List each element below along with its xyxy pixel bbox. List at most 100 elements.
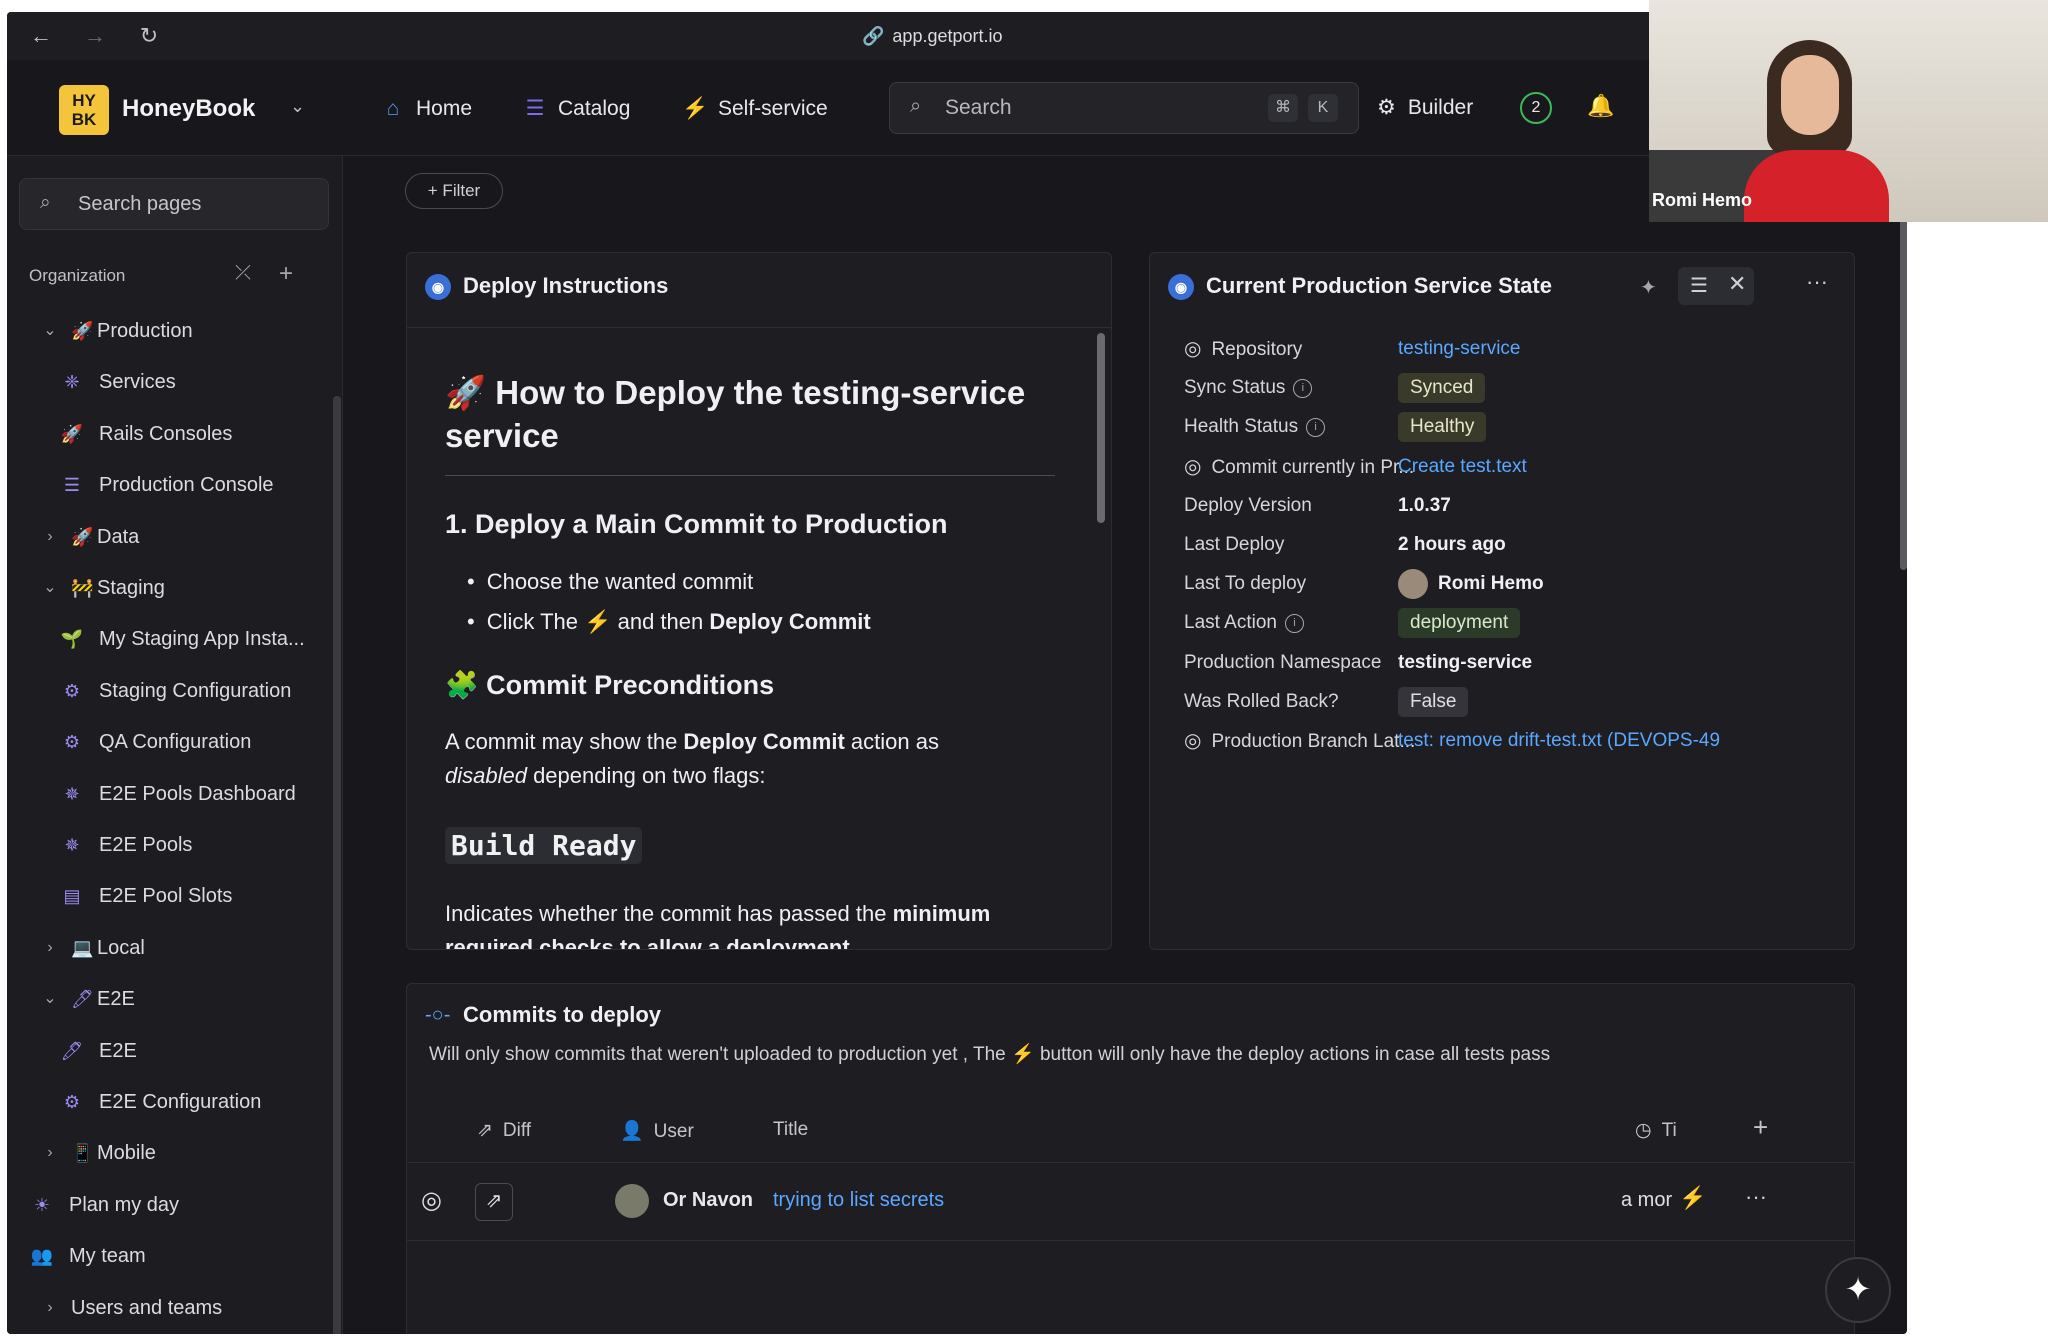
column-time[interactable]: ◷ Ti xyxy=(1635,1119,1677,1142)
nav-home-label: Home xyxy=(416,97,473,120)
chevron-right-icon[interactable]: › xyxy=(39,928,61,968)
sidebar-item-label: E2E Pools xyxy=(99,834,193,856)
search-pages-placeholder: Search pages xyxy=(78,193,202,215)
global-search-input[interactable]: ⌕ Search ⌘ K xyxy=(889,82,1359,134)
collapse-all-icon[interactable]: ⤫ xyxy=(235,262,251,285)
sidebar-item-icon: 🚧 xyxy=(71,578,94,598)
property-value[interactable]: Create test.text xyxy=(1398,451,1527,483)
sidebar-item-services[interactable]: ❈ Services xyxy=(19,362,329,402)
add-page-icon[interactable]: + xyxy=(279,260,293,288)
property-value: Healthy xyxy=(1398,411,1487,443)
user-icon: 👤 xyxy=(620,1121,644,1142)
info-icon[interactable]: i xyxy=(1284,613,1304,633)
ai-assistant-button[interactable]: ✦ xyxy=(1825,1257,1891,1323)
column-title[interactable]: Title xyxy=(773,1119,808,1141)
sidebar-item-e2e-pools[interactable]: ✵ E2E Pools xyxy=(19,825,329,865)
reload-icon[interactable]: ↻ xyxy=(135,22,163,50)
sidebar-item-staging-configuration[interactable]: ⚙ Staging Configuration xyxy=(19,671,329,711)
sparkle-icon[interactable]: ✦ xyxy=(1640,275,1657,300)
row-more-options-icon[interactable]: ··· xyxy=(1745,1184,1767,1210)
builder-button[interactable]: ⚙ Builder xyxy=(1377,95,1473,120)
sidebar-item-production[interactable]: ⌄ 🚀 Production xyxy=(19,311,329,351)
org-logo[interactable]: HY BK xyxy=(59,85,109,135)
nav-self-service-label: Self-service xyxy=(718,97,828,120)
filter-button[interactable]: + Filter xyxy=(405,173,503,209)
sidebar-item-e2e-pool-slots[interactable]: ▤ E2E Pool Slots xyxy=(19,876,329,916)
page-scrollbar[interactable] xyxy=(1900,190,1907,570)
sidebar-item-e2e[interactable]: ⌄ 🖊 E2E xyxy=(19,979,329,1019)
sidebar-item-label: E2E xyxy=(97,988,135,1011)
chevron-right-icon[interactable]: › xyxy=(39,1288,61,1328)
sidebar-item-label: Rails Consoles xyxy=(99,422,233,445)
back-arrow-icon[interactable]: ← xyxy=(27,22,55,50)
chevron-down-icon[interactable]: ⌄ xyxy=(39,568,61,608)
property-value-text: Synced xyxy=(1398,373,1486,404)
sidebar-item-e2e[interactable]: 🖊 E2E xyxy=(19,1031,329,1071)
heading-rule xyxy=(445,475,1055,476)
paragraph: Indicates whether the commit has passed … xyxy=(445,897,1085,949)
chevron-down-icon[interactable]: ⌄ xyxy=(290,96,305,117)
widget-scrollbar[interactable] xyxy=(1097,333,1105,523)
onboarding-progress-badge[interactable]: 2 xyxy=(1520,92,1552,124)
property-value[interactable]: test: remove drift-test.txt (DEVOPS-49 xyxy=(1398,725,1720,757)
sidebar-scrollbar[interactable] xyxy=(333,396,341,1334)
property-value-text[interactable]: test: remove drift-test.txt (DEVOPS-49 xyxy=(1398,730,1720,751)
para1-italic: disabled xyxy=(445,763,527,788)
nav-catalog[interactable]: ☰ Catalog xyxy=(522,92,631,126)
address-bar[interactable]: 🔗 app.getport.io xyxy=(862,22,1003,50)
sidebar-item-e2e-configuration[interactable]: ⚙ E2E Configuration xyxy=(19,1082,329,1122)
nav-self-service[interactable]: ⚡ Self-service xyxy=(682,92,828,126)
property-value-text[interactable]: Create test.text xyxy=(1398,456,1527,477)
sidebar-item-icon: ⚙ xyxy=(63,732,81,753)
deploy-bolt-icon[interactable]: ⚡ xyxy=(1679,1185,1706,1211)
sidebar-item-staging[interactable]: ⌄ 🚧 Staging xyxy=(19,568,329,608)
property-value-text: 1.0.37 xyxy=(1398,494,1451,516)
search-pages-input[interactable]: ⌕ Search pages xyxy=(19,178,329,230)
sidebar-item-production-console[interactable]: ☰ Production Console xyxy=(19,465,329,505)
column-user[interactable]: 👤 User xyxy=(620,1119,694,1143)
more-options-icon[interactable]: ··· xyxy=(1806,269,1828,295)
sidebar-item-mobile[interactable]: › 📱 Mobile xyxy=(19,1133,329,1173)
markdown-heading: 🚀 How to Deploy the testing-service serv… xyxy=(445,371,1045,457)
property-label-text: Was Rolled Back? xyxy=(1184,690,1339,712)
para1-bold: Deploy Commit xyxy=(683,729,845,754)
browser-window: ← → ↻ 🔗 app.getport.io HY BK HoneyBook ⌄ … xyxy=(7,12,1907,1334)
sidebar-item-plan-my-day[interactable]: ☀ Plan my day xyxy=(19,1185,329,1225)
sidebar-item-users-and-teams[interactable]: › Users and teams xyxy=(19,1288,329,1328)
chevron-down-icon[interactable]: ⌄ xyxy=(39,979,61,1019)
bell-icon[interactable]: 🔔 xyxy=(1587,93,1614,119)
sidebar-item-my-staging-app-insta[interactable]: 🌱 My Staging App Insta... xyxy=(19,619,329,659)
sidebar-item-data[interactable]: › 🚀 Data xyxy=(19,517,329,557)
chevron-right-icon[interactable]: › xyxy=(39,517,61,557)
divider xyxy=(407,1240,1854,1241)
sidebar-item-icon: 🚀 xyxy=(60,423,84,444)
sidebar-item-my-team[interactable]: 👥 My team xyxy=(19,1236,329,1276)
para2-text: Indicates whether the commit has passed … xyxy=(445,901,893,926)
github-icon[interactable]: ◎ xyxy=(421,1186,442,1215)
sidebar-item-rails-consoles[interactable]: 🚀 Rails Consoles xyxy=(19,414,329,454)
property-value-text: Healthy xyxy=(1398,412,1487,443)
nav-catalog-label: Catalog xyxy=(558,97,631,120)
participant-name: Romi Hemo xyxy=(1652,190,1753,210)
list-view-icon[interactable]: ☰ xyxy=(1690,273,1708,298)
open-diff-icon[interactable]: ⇗ xyxy=(475,1183,513,1221)
info-icon[interactable]: i xyxy=(1293,378,1313,398)
info-icon[interactable]: i xyxy=(1306,417,1326,437)
add-column-icon[interactable]: + xyxy=(1753,1112,1768,1143)
org-name[interactable]: HoneyBook xyxy=(122,95,255,123)
close-icon[interactable]: ✕ xyxy=(1728,271,1746,297)
commit-title-link[interactable]: trying to list secrets xyxy=(773,1189,944,1212)
property-value-text[interactable]: testing-service xyxy=(1398,338,1521,359)
forward-arrow-icon[interactable]: → xyxy=(81,22,109,50)
chevron-right-icon[interactable]: › xyxy=(39,1133,61,1173)
service-state-widget: ◉ Current Production Service State ✦ ☰ ✕ … xyxy=(1149,252,1855,950)
sidebar-item-qa-configuration[interactable]: ⚙ QA Configuration xyxy=(19,722,329,762)
sidebar-item-e2e-pools-dashboard[interactable]: ✵ E2E Pools Dashboard xyxy=(19,774,329,814)
column-diff[interactable]: ⇗ Diff xyxy=(477,1119,531,1142)
property-label-text: Health Status xyxy=(1184,416,1299,438)
sidebar-item-local[interactable]: › 💻 Local xyxy=(19,928,329,968)
property-value[interactable]: testing-service xyxy=(1398,333,1521,365)
property-label-text: Last To deploy xyxy=(1184,573,1307,595)
nav-home[interactable]: ⌂ Home xyxy=(380,92,472,126)
chevron-down-icon[interactable]: ⌄ xyxy=(39,311,61,351)
